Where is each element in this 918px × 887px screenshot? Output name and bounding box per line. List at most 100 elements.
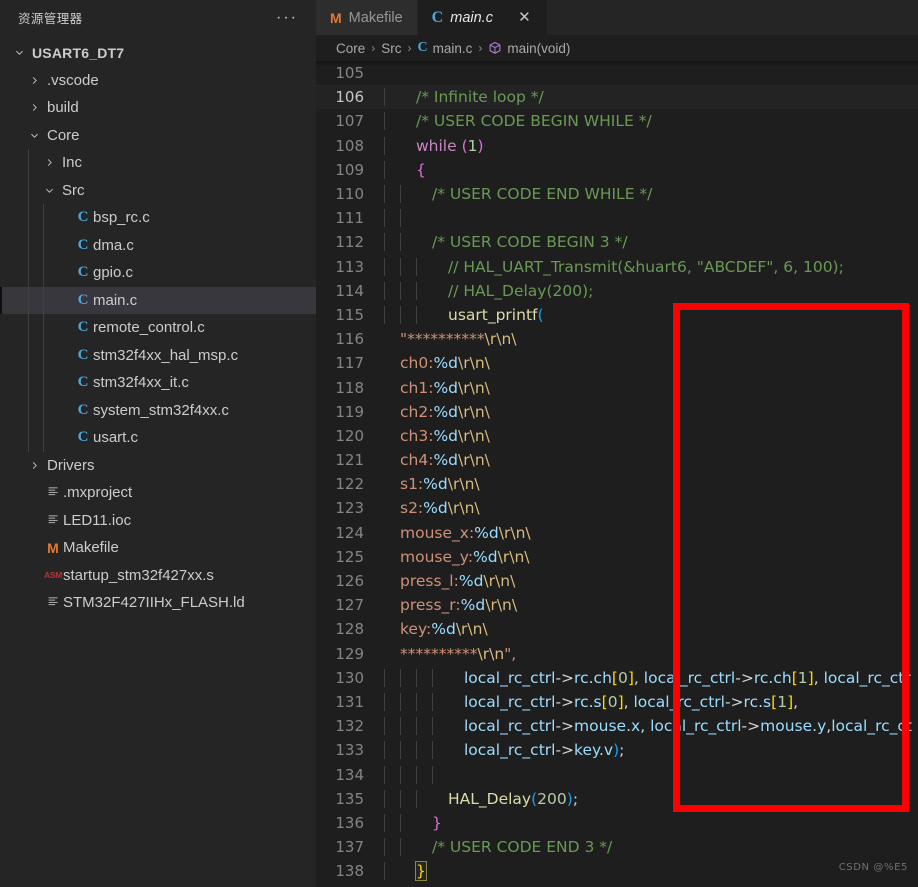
breadcrumb-item-main-c[interactable]: Cmain.c	[418, 40, 473, 56]
tree-item-startup-stm32f427xx-s[interactable]: ASM startup_stm32f427xx.s	[0, 562, 316, 590]
tree-item-bsp-rc-c[interactable]: Cbsp_rc.c	[0, 204, 316, 232]
tree-indent-guide	[28, 176, 29, 204]
editor-tab-bar: M Makefile Cmain.c ✕	[316, 0, 918, 35]
code-line[interactable]: 122 s1:%d\r\n\	[316, 472, 918, 496]
code-line[interactable]: 133 local_rc_ctrl->key.v);	[316, 738, 918, 762]
code-indent-guide	[384, 741, 385, 760]
code-line[interactable]: 139	[316, 883, 918, 887]
code-line[interactable]: 136}	[316, 811, 918, 835]
code-line[interactable]: 119 ch2:%d\r\n\	[316, 400, 918, 424]
explorer-more-actions-icon[interactable]: ···	[272, 9, 302, 25]
code-line[interactable]: 105	[316, 61, 918, 85]
tree-item-led11-ioc[interactable]: LED11.ioc	[0, 507, 316, 535]
code-line-text: while (1)	[384, 136, 918, 155]
code-line[interactable]: 128 key:%d\r\n\	[316, 617, 918, 641]
code-line[interactable]: 107 /* USER CODE BEGIN WHILE */	[316, 109, 918, 133]
chevron-right-icon[interactable]	[25, 460, 43, 471]
code-line[interactable]: 137 /* USER CODE END 3 */	[316, 835, 918, 859]
tree-item-main-c[interactable]: Cmain.c	[0, 286, 316, 314]
tree-item-system-stm32f4xx-c[interactable]: Csystem_stm32f4xx.c	[0, 396, 316, 424]
code-line[interactable]: 109 {	[316, 158, 918, 182]
code-line-text: local_rc_ctrl->rc.s[0], local_rc_ctrl->r…	[384, 692, 918, 711]
tree-item-remote-control-c[interactable]: Cremote_control.c	[0, 314, 316, 342]
code-line[interactable]: 106 /* Infinite loop */	[316, 85, 918, 110]
code-line[interactable]: 115 usart_printf(	[316, 303, 918, 327]
c-file-icon: C	[417, 40, 428, 55]
code-line[interactable]: 111	[316, 206, 918, 230]
code-line[interactable]: 113 // HAL_UART_Transmit(&huart6, "ABCDEF…	[316, 255, 918, 279]
tree-item--mxproject[interactable]: .mxproject	[0, 479, 316, 507]
code-line-text: /* Infinite loop */	[384, 88, 918, 107]
code-indent-guide	[384, 765, 385, 784]
breadcrumb-separator-icon: ›	[407, 41, 412, 55]
chevron-right-icon[interactable]	[25, 75, 43, 86]
code-line[interactable]: 116 "**********\r\n\	[316, 327, 918, 351]
code-line[interactable]: 117 ch0:%d\r\n\	[316, 351, 918, 375]
breadcrumb-item-src[interactable]: Src	[381, 41, 401, 56]
code-indent-guide	[400, 233, 401, 252]
tree-item-drivers[interactable]: Drivers	[0, 452, 316, 480]
code-line[interactable]: 131 local_rc_ctrl->rc.s[0], local_rc_ctrl…	[316, 690, 918, 714]
code-line[interactable]: 118 ch1:%d\r\n\	[316, 375, 918, 399]
code-line[interactable]: 135 HAL_Delay(200);	[316, 787, 918, 811]
code-editor-content[interactable]: 105 106 /* Infinite loop */ 107 /* USER CODE…	[316, 61, 918, 887]
tree-item--vscode[interactable]: .vscode	[0, 67, 316, 95]
tree-item-gpio-c[interactable]: Cgpio.c	[0, 259, 316, 287]
code-line[interactable]: 124 mouse_x:%d\r\n\	[316, 521, 918, 545]
code-line-text: s2:%d\r\n\	[400, 499, 480, 518]
tree-item-build[interactable]: build	[0, 94, 316, 122]
code-line-text: mouse_x:%d\r\n\	[400, 523, 531, 542]
breadcrumb-item-main-void-[interactable]: main(void)	[488, 41, 570, 56]
chevron-down-icon[interactable]	[40, 185, 58, 196]
tree-item-src[interactable]: Src	[0, 176, 316, 204]
tree-item-dma-c[interactable]: Cdma.c	[0, 231, 316, 259]
code-line[interactable]: 114 // HAL_Delay(200);	[316, 279, 918, 303]
close-icon[interactable]: ✕	[516, 9, 533, 26]
tree-item-makefile[interactable]: M Makefile	[0, 534, 316, 562]
tree-item-label: STM32F427IIHx_FLASH.ld	[63, 594, 245, 612]
code-indent-guide	[384, 233, 385, 252]
chevron-right-icon[interactable]	[40, 157, 58, 168]
tree-indent-guide	[28, 314, 29, 342]
explorer-sidebar: 资源管理器 ··· USART6_DT7 .vscode build Core Inc S…	[0, 0, 316, 887]
chevron-right-icon[interactable]	[25, 102, 43, 113]
tree-item-usart6-dt7[interactable]: USART6_DT7	[0, 39, 316, 67]
tree-item-stm32f4xx-it-c[interactable]: Cstm32f4xx_it.c	[0, 369, 316, 397]
code-line[interactable]: 132 local_rc_ctrl->mouse.x, local_rc_ctrl…	[316, 714, 918, 738]
chevron-down-icon[interactable]	[10, 47, 28, 58]
line-number: 128	[335, 620, 364, 639]
code-line[interactable]: 127 press_r:%d\r\n\	[316, 593, 918, 617]
code-line-text: }	[384, 813, 918, 832]
tree-indent-guide	[43, 369, 44, 397]
code-line[interactable]: 134	[316, 762, 918, 786]
code-line[interactable]: 112 /* USER CODE BEGIN 3 */	[316, 230, 918, 254]
tree-item-stm32f4xx-hal-msp-c[interactable]: Cstm32f4xx_hal_msp.c	[0, 341, 316, 369]
code-line[interactable]: 108 while (1)	[316, 134, 918, 158]
code-line[interactable]: 129 **********\r\n",	[316, 642, 918, 666]
code-line[interactable]: 130 local_rc_ctrl->rc.ch[0], local_rc_ctr…	[316, 666, 918, 690]
c-file-icon: C	[77, 209, 89, 226]
code-line[interactable]: 123 s2:%d\r\n\	[316, 496, 918, 520]
code-line[interactable]: 110 /* USER CODE END WHILE */	[316, 182, 918, 206]
breadcrumb-item-core[interactable]: Core	[336, 41, 365, 56]
code-line[interactable]: 126 press_l:%d\r\n\	[316, 569, 918, 593]
tree-indent-guide	[28, 424, 29, 452]
code-line-text: **********\r\n",	[400, 644, 517, 663]
code-indent-guide	[416, 281, 417, 300]
tree-item-core[interactable]: Core	[0, 122, 316, 150]
code-line[interactable]: 120 ch3:%d\r\n\	[316, 424, 918, 448]
line-number: 119	[335, 402, 364, 421]
line-number: 127	[335, 596, 364, 615]
c-file-icon: C	[77, 401, 89, 418]
code-line[interactable]: 138}	[316, 859, 918, 883]
tree-item-stm32f427iihx-flash-ld[interactable]: STM32F427IIHx_FLASH.ld	[0, 589, 316, 617]
code-indent-guide	[384, 209, 385, 228]
editor-tab-makefile[interactable]: M Makefile	[316, 0, 418, 35]
code-line[interactable]: 125 mouse_y:%d\r\n\	[316, 545, 918, 569]
code-line[interactable]: 121 ch4:%d\r\n\	[316, 448, 918, 472]
tree-item-inc[interactable]: Inc	[0, 149, 316, 177]
tree-item-usart-c[interactable]: Cusart.c	[0, 424, 316, 452]
chevron-down-icon[interactable]	[25, 130, 43, 141]
code-indent-guide	[384, 136, 385, 155]
editor-tab-main-c[interactable]: Cmain.c ✕	[417, 0, 548, 35]
